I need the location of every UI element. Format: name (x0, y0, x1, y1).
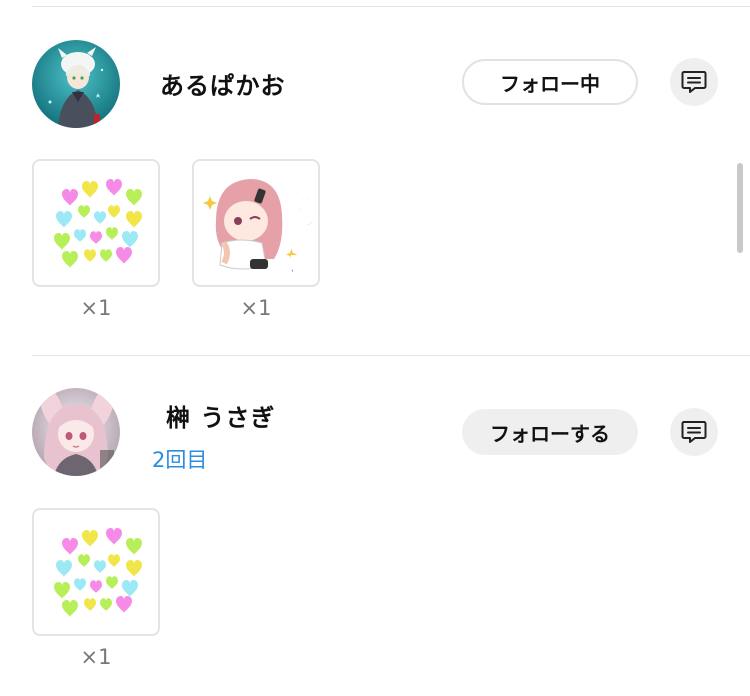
scrollbar[interactable] (737, 163, 743, 253)
following-button[interactable]: フォロー中 (462, 59, 638, 105)
gift-quantity: ×1 (80, 645, 112, 669)
message-icon (681, 421, 707, 443)
message-button[interactable] (670, 58, 718, 106)
divider-top (32, 6, 750, 7)
visit-count: 2回目 (152, 448, 208, 472)
avatar[interactable] (32, 388, 120, 476)
girl-sticker-icon: よ し な に (203, 179, 317, 280)
gift-card-hearts[interactable] (32, 159, 160, 287)
following-button-label: フォロー中 (500, 71, 600, 96)
hearts-sticker-icon (54, 178, 142, 268)
user-name[interactable]: あるぱかお (160, 66, 285, 101)
svg-text:し: し (294, 206, 316, 231)
svg-text:に: に (288, 254, 310, 279)
gift-card-hearts[interactable] (32, 508, 160, 636)
hearts-sticker-icon (54, 527, 142, 617)
gift-quantity: ×1 (80, 296, 112, 320)
svg-text:な: な (290, 230, 312, 255)
divider (32, 355, 750, 356)
user-name[interactable]: 榊 うさぎ (166, 398, 275, 433)
gift-quantity: ×1 (240, 296, 272, 320)
follow-button-label: フォローする (490, 421, 610, 446)
avatar[interactable] (32, 40, 120, 128)
message-button[interactable] (670, 408, 718, 456)
gift-card-girl-sticker[interactable]: よ し な に (192, 159, 320, 287)
svg-text:よ: よ (292, 182, 314, 207)
message-icon (681, 71, 707, 93)
follow-button[interactable]: フォローする (462, 409, 638, 455)
